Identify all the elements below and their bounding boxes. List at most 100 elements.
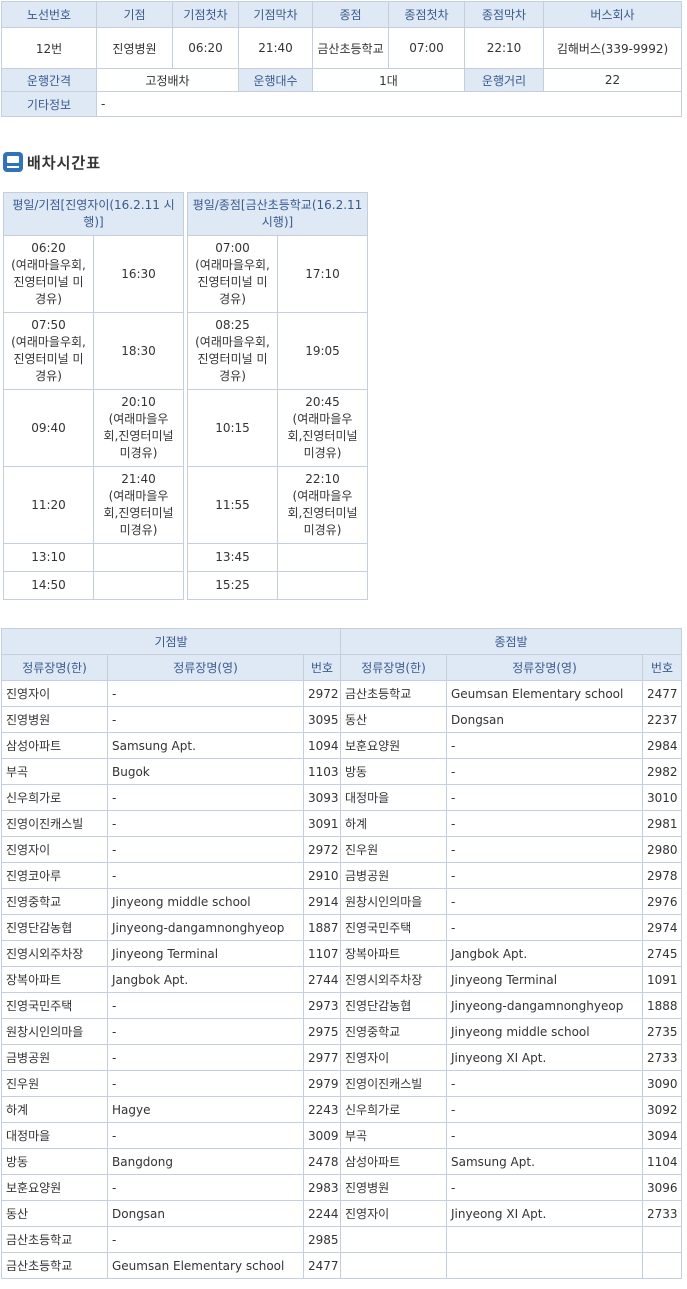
stop-end-number: 2981 [642,810,682,837]
departure-time: 19:05 [277,312,368,390]
departure-time: 20:10 (여래마을우 회,진영터미널 미경유) [92,389,185,467]
stop-start-name-en: - [107,836,304,863]
departure-time: 06:20 (여래마을우회, 진영터미널 미 경유) [3,235,94,313]
stop-end-number: 3010 [642,784,682,811]
stop-start-name-en: Jinyeong Terminal [107,940,304,967]
stop-end-name-kr: 진영이진캐스빌 [340,1070,447,1097]
group-end-header: 종점발 [340,628,682,655]
departure-time: 11:55 [187,466,278,544]
timetable-header: 평일/기점[진영자이(16.2.11 시행)] [2,192,185,236]
stop-start-number: 3009 [303,1122,341,1149]
stop-start-number: 2744 [303,966,341,993]
stop-end-number: 2733 [642,1200,682,1227]
stop-end-number: 1091 [642,966,682,993]
stop-end-number: 2978 [642,862,682,889]
departure-time [92,543,185,572]
departure-time: 07:50 (여래마을우회, 진영터미널 미 경유) [3,312,94,390]
departure-time: 18:30 [92,312,185,390]
stop-start-name-kr: 신우희가로 [1,784,108,811]
schedule-title: 배차시간표 [27,153,102,172]
stop-start-name-en: Jinyeong middle school [107,888,304,915]
start-last-time: 21:40 [238,27,313,69]
stop-end-name-kr: 진영시외주차장 [340,966,447,993]
stop-start-number: 2977 [303,1044,341,1071]
stop-start-number: 3091 [303,810,341,837]
stop-start-number: 2244 [303,1200,341,1227]
departure-time: 08:25 (여래마을우회, 진영터미널 미 경유) [187,312,278,390]
stop-row: 삼성아파트 Samsung Apt. 1094 보훈요양원 -2984 [1,732,682,759]
stop-end-number: 1888 [642,992,682,1019]
stop-row: 원창시인의마을 -2975 진영중학교 Jinyeong middle school 2… [1,1018,682,1045]
stop-start-name-kr: 진우원 [1,1070,108,1097]
stop-start-name-en: Bangdong [107,1148,304,1175]
stop-start-name-en: Jangbok Apt. [107,966,304,993]
stop-row: 금병공원 -2977 진영자이 Jinyeong XI Apt. 2733 [1,1044,682,1071]
stop-start-name-en: Samsung Apt. [107,732,304,759]
header-company: 버스회사 [543,1,682,28]
stop-start-name-en: - [107,1070,304,1097]
stop-end-name-kr: 진영병원 [340,1174,447,1201]
stop-end-name-kr: 진영자이 [340,1044,447,1071]
stop-end-number: 3090 [642,1070,682,1097]
stop-row: 진영병원 -3095 동산 Dongsan 2237 [1,706,682,733]
stop-start-name-kr: 동산 [1,1200,108,1227]
stop-row: 진영자이 -2972 금산초등학교 Geumsan Elementary school… [1,680,682,707]
stop-start-number: 1094 [303,732,341,759]
stop-start-name-kr: 진영코아루 [1,862,108,889]
stop-end-name-en: - [446,758,643,785]
stop-start-name-kr: 진영시외주차장 [1,940,108,967]
stop-start-name-kr: 금산초등학교 [1,1252,108,1279]
stop-end-name-kr: 장복아파트 [340,940,447,967]
departure-time [277,543,368,572]
stop-row: 진영단감농협 Jinyeong-dangamnonghyeop 1887 진영국민주택… [1,914,682,941]
stop-start-name-en: Bugok [107,758,304,785]
stop-start-number: 2243 [303,1096,341,1123]
schedule-heading: 배차시간표 [3,150,101,174]
stop-end-name-kr [340,1226,447,1253]
stop-end-name-en: Dongsan [446,706,643,733]
distance-value: 22 [543,68,682,92]
stop-start-name-kr: 진영자이 [1,836,108,863]
stop-end-name-kr: 원창시인의마을 [340,888,447,915]
stop-row: 진영이진캐스빌 -3091 하계 -2981 [1,810,682,837]
stop-start-name-kr: 금병공원 [1,1044,108,1071]
stop-start-name-en: - [107,862,304,889]
stop-start-number: 1107 [303,940,341,967]
end-stop: 금산초등학교 [312,27,389,69]
route-info-table: 노선번호 기점 기점첫차 기점막차 종점 종점첫차 종점막차 버스회사 12번 … [1,1,682,117]
stop-start-name-en: - [107,1226,304,1253]
stop-row: 진영중학교 Jinyeong middle school 2914 원창시인의마을 -2… [1,888,682,915]
stop-start-name-kr: 진영병원 [1,706,108,733]
stop-start-number: 1887 [303,914,341,941]
route-no: 12번 [1,27,97,69]
departure-time: 15:25 [187,571,278,600]
interval-label: 운행간격 [1,68,97,92]
departure-time: 17:10 [277,235,368,313]
stop-start-name-kr: 진영국민주택 [1,992,108,1019]
stop-end-number: 2982 [642,758,682,785]
timetable-row: 10:15 20:45 (여래마을우 회,진영터미널 미경유) [187,389,368,467]
stop-end-name-en: - [446,914,643,941]
stop-end-name-en: - [446,1096,643,1123]
stop-start-number: 2972 [303,836,341,863]
stop-row: 진영자이 -2972 진우원 -2980 [1,836,682,863]
stop-start-number: 2972 [303,680,341,707]
stop-end-name-en: Jinyeong middle school [446,1018,643,1045]
etc-value: - [96,91,682,117]
stop-end-name-en: Jinyeong Terminal [446,966,643,993]
stop-row: 하계 Hagye 2243 신우희가로 -3092 [1,1096,682,1123]
stop-end-number: 2733 [642,1044,682,1071]
timetable-row: 07:00 (여래마을우회, 진영터미널 미 경유) 17:10 [187,235,368,313]
stop-end-name-kr: 금산초등학교 [340,680,447,707]
stop-row: 진영시외주차장 Jinyeong Terminal 1107 장복아파트 Jangbok… [1,940,682,967]
stop-end-number: 3096 [642,1174,682,1201]
stop-end-name-kr [340,1252,447,1279]
col-end-kr: 정류장명(한) [340,654,447,681]
stop-start-number: 2477 [303,1252,341,1279]
interval-value: 고정배차 [96,68,239,92]
stop-end-number: 2735 [642,1018,682,1045]
group-start-header: 기점발 [1,628,341,655]
bus-icon [3,152,23,172]
stop-start-name-kr: 진영자이 [1,680,108,707]
stop-start-name-kr: 방동 [1,1148,108,1175]
